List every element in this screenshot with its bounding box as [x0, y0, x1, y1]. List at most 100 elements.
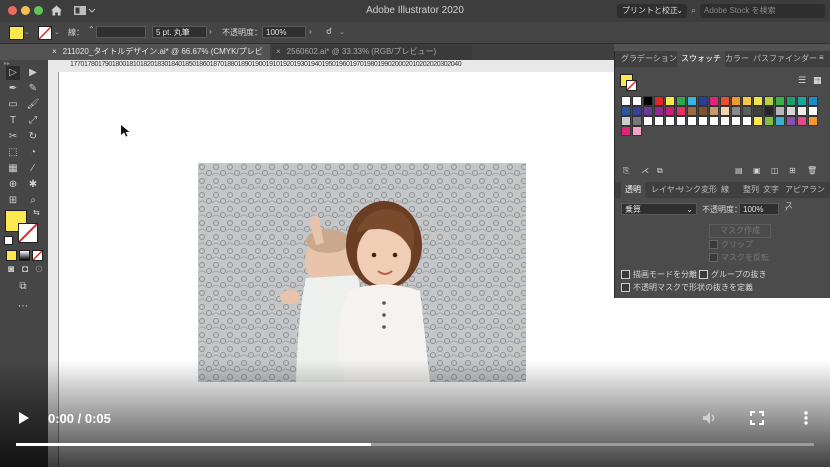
- invert-mask-checkbox[interactable]: [709, 253, 718, 262]
- color-swatch[interactable]: [643, 96, 653, 106]
- draw-behind-icon[interactable]: ◘: [18, 263, 32, 277]
- placed-photo-children[interactable]: [198, 163, 526, 382]
- tab-stroke[interactable]: 線: [721, 182, 729, 198]
- color-swatch[interactable]: [632, 106, 642, 116]
- draw-inside-icon[interactable]: ⊙: [32, 263, 46, 277]
- color-swatch[interactable]: [632, 126, 642, 136]
- pen-tool-icon[interactable]: ✒: [6, 82, 20, 96]
- edit-toolbar-icon[interactable]: ⋯: [16, 300, 30, 314]
- home-icon[interactable]: [50, 4, 63, 19]
- volume-icon[interactable]: [701, 410, 717, 428]
- selection-tool-icon[interactable]: ▷: [6, 66, 20, 80]
- color-swatch[interactable]: [786, 116, 796, 126]
- close-tab-icon[interactable]: ×: [276, 47, 281, 56]
- color-swatch[interactable]: [720, 106, 730, 116]
- color-swatch[interactable]: [797, 116, 807, 126]
- stroke-weight-input[interactable]: [96, 26, 146, 38]
- color-swatch[interactable]: [665, 116, 675, 126]
- color-swatch[interactable]: [797, 96, 807, 106]
- color-swatch[interactable]: [643, 106, 653, 116]
- tab-gradient[interactable]: グラデーション: [621, 51, 677, 67]
- color-swatch[interactable]: [753, 96, 763, 106]
- active-stroke-swatch[interactable]: [626, 80, 637, 91]
- color-swatch[interactable]: [698, 116, 708, 126]
- blend-mode-select[interactable]: 乗算 ⌄: [621, 203, 697, 215]
- edit-color-group-icon[interactable]: ◫: [771, 166, 779, 175]
- chevron-down-icon[interactable]: ⌄: [54, 28, 60, 36]
- color-swatch[interactable]: [698, 96, 708, 106]
- place-swatch-icon[interactable]: ⋌: [641, 166, 649, 175]
- color-swatch[interactable]: [731, 96, 741, 106]
- curvature-tool-icon[interactable]: ✎: [26, 82, 40, 96]
- color-swatch[interactable]: [742, 96, 752, 106]
- color-swatch[interactable]: [808, 106, 818, 116]
- color-swatch[interactable]: [632, 116, 642, 126]
- tab-pathfinder[interactable]: パスファインダー: [753, 51, 817, 67]
- opacity-mask-knockout-checkbox[interactable]: [621, 283, 630, 292]
- color-swatch[interactable]: [775, 96, 785, 106]
- more-vert-icon[interactable]: [803, 410, 809, 428]
- tab-align[interactable]: 整列: [743, 182, 759, 198]
- color-swatch[interactable]: [731, 116, 741, 126]
- direct-selection-tool-icon[interactable]: ▶: [26, 66, 40, 80]
- color-swatch[interactable]: [808, 116, 818, 126]
- grid-view-icon[interactable]: ▦: [813, 75, 822, 86]
- color-swatch[interactable]: [786, 96, 796, 106]
- panel-menu-icon[interactable]: ≡: [819, 53, 824, 62]
- paintbrush-tool-icon[interactable]: 🖌: [26, 98, 40, 112]
- chevron-right-icon[interactable]: ›: [209, 27, 212, 36]
- zoom-tool-icon[interactable]: ⌕: [26, 194, 40, 208]
- collapse-toolbar-icon[interactable]: ▸▸: [4, 60, 44, 67]
- mesh-tool-icon[interactable]: ▦: [6, 162, 20, 176]
- color-swatch[interactable]: [731, 106, 741, 116]
- arrange-documents-icon[interactable]: [74, 6, 96, 17]
- minimize-window-icon[interactable]: [21, 6, 30, 15]
- color-swatch[interactable]: [698, 106, 708, 116]
- play-icon[interactable]: [18, 411, 30, 427]
- color-swatch[interactable]: [687, 106, 697, 116]
- color-swatch[interactable]: [742, 116, 752, 126]
- delete-swatch-icon[interactable]: 🗑: [807, 166, 817, 175]
- tab-appearance[interactable]: アピアランス: [785, 182, 830, 210]
- color-swatch[interactable]: [720, 116, 730, 126]
- color-swatch[interactable]: [632, 96, 642, 106]
- tab-transparency[interactable]: 透明: [621, 182, 645, 198]
- close-tab-icon[interactable]: ×: [52, 47, 57, 56]
- color-swatch[interactable]: [676, 96, 686, 106]
- free-transform-tool-icon[interactable]: ⬚: [6, 146, 20, 160]
- gradient-mode-icon[interactable]: [19, 250, 30, 261]
- chevron-down-icon[interactable]: ⌄: [339, 28, 345, 36]
- maximize-window-icon[interactable]: [34, 6, 43, 15]
- color-swatch[interactable]: [742, 106, 752, 116]
- list-view-icon[interactable]: ☰: [798, 75, 806, 86]
- color-swatch[interactable]: [709, 106, 719, 116]
- color-mode-icon[interactable]: [6, 250, 17, 261]
- color-swatch[interactable]: [621, 106, 631, 116]
- tab-links[interactable]: リンク: [677, 182, 701, 198]
- stroke-weight-stepper[interactable]: ⌃: [88, 25, 95, 34]
- workspace-switcher[interactable]: プリントと校正 ⌄: [617, 4, 687, 18]
- draw-normal-icon[interactable]: ◙: [4, 263, 18, 277]
- color-swatch[interactable]: [709, 96, 719, 106]
- stroke-color-box[interactable]: [18, 223, 38, 243]
- fullscreen-icon[interactable]: [750, 411, 764, 427]
- color-swatch[interactable]: [764, 106, 774, 116]
- swatch-grid[interactable]: [621, 96, 827, 136]
- color-swatch[interactable]: [808, 96, 818, 106]
- swatch-options-icon[interactable]: ▤: [735, 166, 743, 175]
- opacity-input[interactable]: 100%: [739, 203, 779, 215]
- color-swatch[interactable]: [676, 106, 686, 116]
- color-swatch[interactable]: [764, 96, 774, 106]
- type-tool-icon[interactable]: T: [6, 114, 20, 128]
- scale-tool-icon[interactable]: ⤢: [26, 114, 40, 128]
- tab-swatches[interactable]: スウォッチ: [677, 51, 725, 67]
- rotate-tool-icon[interactable]: ↻: [26, 130, 40, 144]
- color-swatch[interactable]: [654, 96, 664, 106]
- color-swatch[interactable]: [665, 96, 675, 106]
- new-swatch-icon[interactable]: ⊞: [789, 166, 796, 175]
- chevron-right-icon[interactable]: ›: [785, 204, 788, 213]
- color-swatch[interactable]: [797, 106, 807, 116]
- swatch-library-icon[interactable]: ⎘: [623, 166, 629, 176]
- fill-swatch[interactable]: [9, 26, 24, 40]
- tab-document-1[interactable]: ×211020_タイトルデザイン.ai* @ 66.67% (CMYK/プレビュ…: [48, 44, 270, 72]
